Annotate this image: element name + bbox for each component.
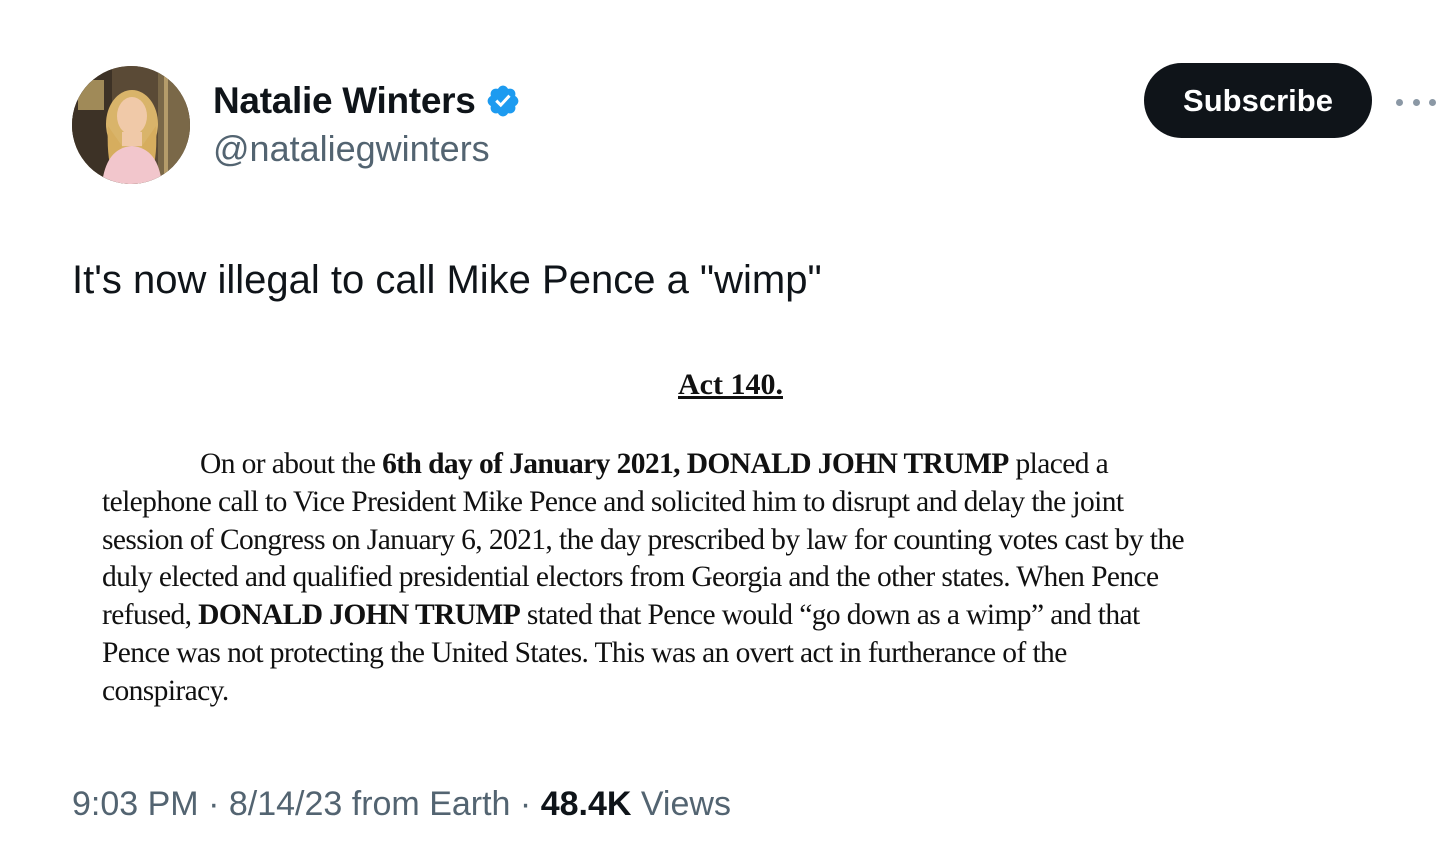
tweet-source: from Earth [342,785,511,823]
meta-separator: · [198,785,229,823]
document-line: On or about the 6th day of January 2021,… [200,448,1109,480]
document-body: On or about the 6th day of January 2021,… [102,446,1358,711]
author-display-name[interactable]: Natalie Winters [213,80,476,122]
more-dot [1429,98,1436,106]
subscribe-button[interactable]: Subscribe [1144,63,1372,138]
more-horizontal-icon[interactable] [1396,90,1436,114]
document-line: Pence was not protecting the United Stat… [102,636,1067,669]
attached-document-image[interactable]: Act 140. On or about the 6th day of Janu… [100,366,1360,716]
document-line: conspiracy. [102,674,229,707]
document-line: session of Congress on January 6, 2021, … [102,523,1185,556]
document-line: refused, DONALD JOHN TRUMP stated that P… [102,599,1140,632]
avatar-photo [72,66,190,184]
document-heading: Act 140. [678,368,783,401]
meta-separator: · [510,785,541,823]
more-dot [1396,98,1403,106]
tweet-date[interactable]: 8/14/23 [229,785,342,823]
tweet-metadata: 9:03 PM · 8/14/23 from Earth · 48.4K Vie… [72,782,731,826]
document-line: duly elected and qualified presidential … [102,561,1159,594]
document-line: telephone call to Vice President Mike Pe… [102,485,1124,518]
views-count[interactable]: 48.4K [541,785,632,823]
avatar[interactable] [72,66,190,184]
views-label: Views [631,785,731,823]
author-handle[interactable]: @nataliegwinters [213,126,490,172]
verified-badge-icon[interactable] [485,83,521,119]
tweet-time[interactable]: 9:03 PM [72,785,199,823]
author-name-row: Natalie Winters [213,78,521,124]
tweet-text: It's now illegal to call Mike Pence a "w… [72,258,822,302]
more-dot [1412,98,1420,106]
